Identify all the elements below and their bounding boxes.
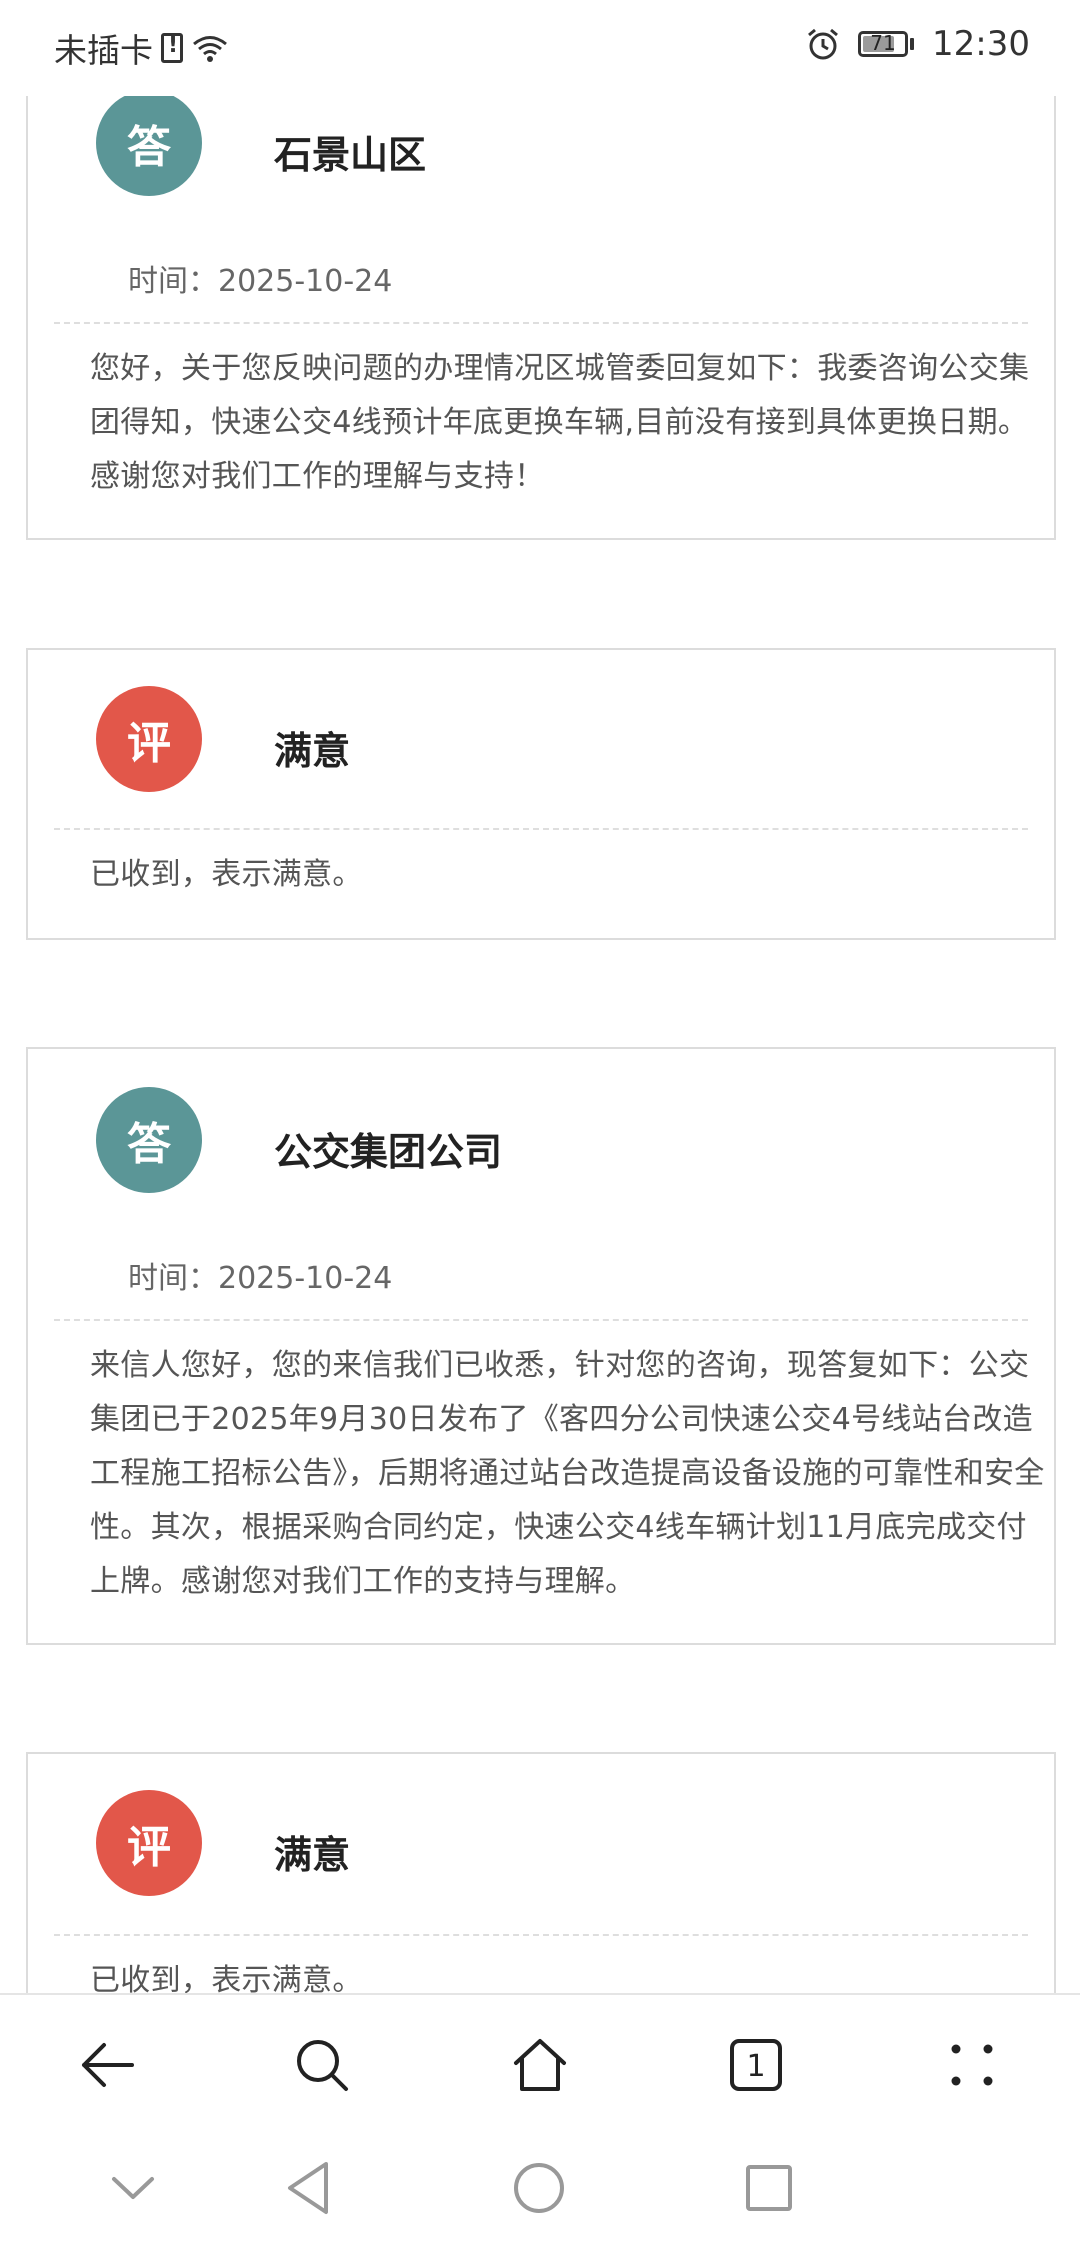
- browser-toolbar: 1: [0, 1993, 1080, 2135]
- tabs-icon: 1: [730, 2039, 782, 2091]
- back-button[interactable]: [68, 2025, 148, 2105]
- reply-card: 答 石景山区 时间：2025-10-24 您好，关于您反映问题的办理情况区城管委…: [26, 40, 1056, 540]
- search-button[interactable]: [282, 2025, 362, 2105]
- card-divider: [54, 322, 1028, 324]
- home-icon: [514, 2039, 566, 2091]
- battery-level: 71: [870, 31, 896, 55]
- review-title: 满意: [274, 1833, 351, 1877]
- back-arrow-icon: [82, 2043, 134, 2087]
- review-body: 已收到，表示满意。: [90, 857, 363, 892]
- battery-icon: 71: [858, 31, 915, 57]
- more-icon: [951, 2044, 993, 2086]
- system-navigation-bar: [0, 2133, 1080, 2244]
- search-icon: [297, 2040, 348, 2091]
- home-button[interactable]: [500, 2025, 580, 2105]
- card-divider: [54, 828, 1028, 830]
- clock-time: 12:30: [932, 24, 1030, 64]
- reply-body: 来信人您好，您的来信我们已收悉，针对您的咨询，现答复如下：公交集团已于2025年…: [90, 1348, 1045, 1599]
- back-triangle-icon: [288, 2162, 328, 2214]
- system-back-button[interactable]: [274, 2153, 344, 2223]
- carrier-text: 未插卡: [54, 31, 153, 70]
- tab-count: 1: [746, 2049, 765, 2084]
- sim-alert-icon: [161, 33, 183, 63]
- system-home-button[interactable]: [504, 2153, 574, 2223]
- review-title: 满意: [274, 729, 351, 773]
- status-left: 未插卡: [54, 24, 229, 72]
- status-bar: 未插卡 71 12:30: [0, 0, 1080, 96]
- card-divider: [54, 1319, 1028, 1321]
- review-card: 评 满意 已收到，表示满意。: [26, 648, 1056, 940]
- reply-time: 时间：2025-10-24: [128, 264, 393, 299]
- answer-badge: 答: [96, 90, 202, 196]
- card-divider: [54, 1934, 1028, 1936]
- status-right: 71 12:30: [806, 24, 1030, 64]
- reply-body: 您好，关于您反映问题的办理情况区城管委回复如下：我委咨询公交集团得知，快速公交4…: [90, 351, 1030, 494]
- hide-nav-button[interactable]: [98, 2153, 168, 2223]
- wifi-icon: [193, 36, 227, 62]
- answer-badge: 答: [96, 1087, 202, 1193]
- review-badge: 评: [96, 1790, 202, 1896]
- tabs-button[interactable]: 1: [716, 2025, 796, 2105]
- review-badge: 评: [96, 686, 202, 792]
- system-recents-button[interactable]: [734, 2153, 804, 2223]
- recents-square-icon: [746, 2165, 792, 2211]
- reply-department: 公交集团公司: [274, 1130, 503, 1174]
- home-circle-icon: [514, 2163, 564, 2213]
- chevron-down-icon: [112, 2177, 154, 2199]
- reply-department: 石景山区: [274, 133, 427, 177]
- reply-card: 答 公交集团公司 时间：2025-10-24 来信人您好，您的来信我们已收悉，针…: [26, 1047, 1056, 1645]
- reply-time: 时间：2025-10-24: [128, 1261, 393, 1296]
- alarm-icon: [808, 28, 838, 60]
- more-button[interactable]: [932, 2025, 1012, 2105]
